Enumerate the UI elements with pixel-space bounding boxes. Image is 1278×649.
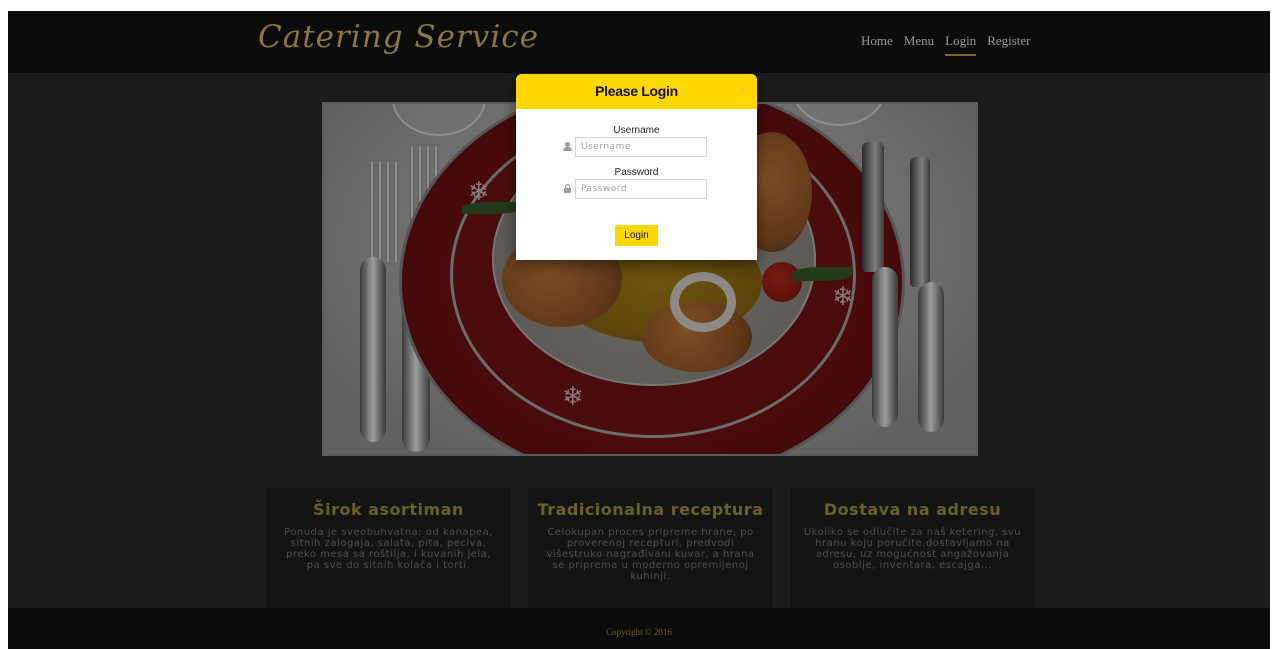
knife-blade <box>910 157 930 287</box>
knife-handle <box>872 267 898 427</box>
feature-text: Celokupan proces pripreme hrane, po prov… <box>546 527 755 582</box>
login-button[interactable]: Login <box>615 225 658 246</box>
nav-menu-link[interactable]: Menu <box>904 33 934 56</box>
modal-title: Please Login <box>595 83 678 99</box>
feature-text: Ukoliko se odlučite za naš ketering, svu… <box>803 527 1022 571</box>
username-row <box>516 137 757 159</box>
feature-card-recipe: Tradicionalna receptura Celokupan proces… <box>527 487 774 619</box>
nav-register-link[interactable]: Register <box>987 33 1030 56</box>
site-footer: Copyright © 2016 <box>8 608 1270 649</box>
feature-card-assortment: Širok asortiman Ponuda je sveobuhvatna: … <box>265 487 512 619</box>
password-label: Password <box>614 167 659 178</box>
knife-handle <box>918 282 944 432</box>
lock-icon <box>563 184 572 194</box>
username-input[interactable] <box>575 137 707 157</box>
close-icon[interactable]: × <box>740 83 747 97</box>
fork-tine <box>370 162 374 262</box>
plate-ornament: ❄ <box>468 177 490 207</box>
feature-title: Dostava na adresu <box>823 500 1002 519</box>
knife-blade <box>862 142 884 272</box>
feature-text: Ponuda je sveobuhvatna: od kanapea, sitn… <box>284 527 493 571</box>
copyright-text: Copyright © 2016 <box>606 627 672 637</box>
site-header: Catering Service Home Menu Login Registe… <box>8 11 1270 73</box>
user-icon <box>563 142 572 152</box>
feature-title: Širok asortiman <box>313 500 464 519</box>
username-label: Username <box>613 125 660 136</box>
main-nav: Home Menu Login Register <box>861 33 1042 56</box>
site-logo[interactable]: Catering Service <box>258 19 539 55</box>
feature-title: Tradicionalna receptura <box>537 500 764 519</box>
plate-ornament: ❄ <box>832 282 854 312</box>
login-modal: Please Login × Username Password Login <box>516 74 757 260</box>
herb-leaf <box>792 267 852 281</box>
fork-tine <box>378 162 382 262</box>
password-input[interactable] <box>575 179 707 199</box>
plate-ornament: ❄ <box>562 382 584 412</box>
nav-home-link[interactable]: Home <box>861 33 893 56</box>
tomato <box>762 262 802 302</box>
modal-header: Please Login × <box>516 74 757 109</box>
squid-ring <box>670 272 736 332</box>
nav-login-link[interactable]: Login <box>945 33 977 56</box>
password-row <box>516 179 757 201</box>
fork-tine <box>394 162 398 262</box>
fork-handle <box>360 257 386 442</box>
fork-tine <box>386 162 390 262</box>
feature-card-delivery: Dostava na adresu Ukoliko se odlučite za… <box>789 487 1036 619</box>
